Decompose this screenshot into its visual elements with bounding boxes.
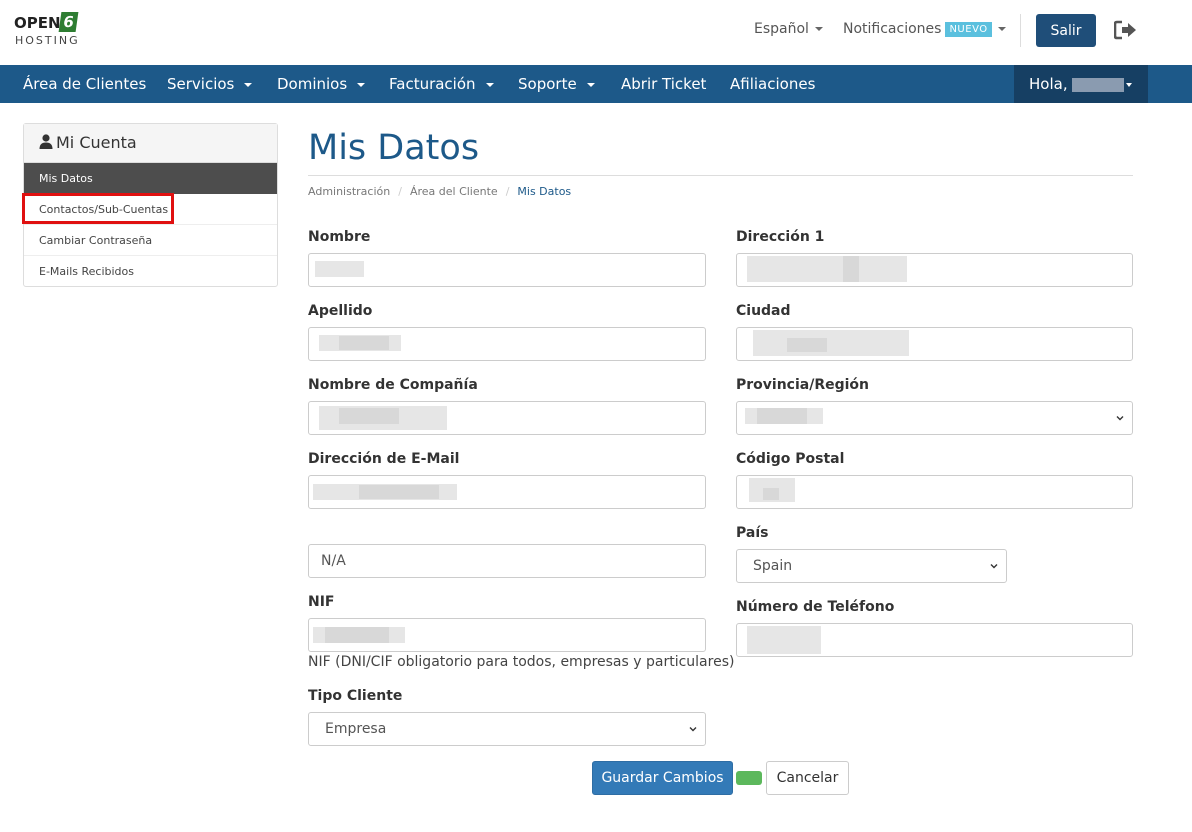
direccion1-label: Dirección 1 [736, 229, 825, 245]
title-divider [308, 175, 1133, 176]
nombre-label: Nombre [308, 229, 371, 245]
notifications-label: Notificaciones [843, 21, 942, 37]
extra-text-input[interactable]: N/A [308, 544, 706, 578]
codigo-postal-label: Código Postal [736, 451, 845, 467]
sidebar-item-label: E-Mails Recibidos [39, 265, 134, 278]
language-label: Español [754, 21, 809, 37]
save-changes-button[interactable]: Guardar Cambios [592, 761, 733, 795]
nav-item-label: Soporte [518, 75, 577, 93]
sidebar-item-emails-recibidos[interactable]: E-Mails Recibidos [24, 256, 277, 287]
chevron-down-icon [485, 82, 494, 87]
telefono-input[interactable] [736, 623, 1133, 657]
breadcrumb-current: Mis Datos [517, 185, 572, 198]
chevron-down-icon [586, 82, 595, 87]
user-menu-dropdown[interactable]: Hola, [1014, 65, 1148, 103]
main-navbar: Área de Clientes Servicios Dominios Fact… [0, 65, 1192, 103]
nav-item-area-clientes[interactable]: Área de Clientes [23, 65, 146, 103]
breadcrumb: Administración / Área del Cliente / Mis Dato… [308, 185, 572, 198]
nif-help-text: NIF (DNI/CIF obligatorio para todos, emp… [308, 654, 735, 670]
nif-label: NIF [308, 594, 335, 610]
page-title: Mis Datos [308, 128, 480, 168]
extra-input-value: N/A [321, 553, 346, 569]
sidebar-item-label: Cambiar Contraseña [39, 234, 153, 247]
chevron-down-icon [244, 82, 253, 87]
tipo-cliente-select[interactable]: Empresa [308, 712, 706, 746]
language-dropdown[interactable]: Español [754, 21, 823, 37]
apellido-label: Apellido [308, 303, 373, 319]
cancel-button[interactable]: Cancelar [766, 761, 849, 795]
new-badge: NUEVO [945, 22, 992, 37]
tipo-cliente-label: Tipo Cliente [308, 688, 403, 704]
logo-subtitle: HOSTING [15, 34, 80, 47]
nav-item-dominios[interactable]: Dominios [277, 65, 366, 103]
breadcrumb-administracion[interactable]: Administración [308, 185, 390, 198]
sidebar-item-label: Contactos/Sub-Cuentas [39, 203, 169, 216]
account-sidebar: Mi Cuenta Mis Datos Contactos/Sub-Cuenta… [23, 123, 278, 287]
nav-item-afiliaciones[interactable]: Afiliaciones [730, 65, 815, 103]
tipo-cliente-value: Empresa [325, 721, 387, 737]
logo-word: OPEN [14, 14, 61, 32]
greeting-label: Hola, [1029, 75, 1068, 93]
email-label: Dirección de E-Mail [308, 451, 460, 467]
sidebar-item-label: Mis Datos [39, 172, 93, 185]
ciudad-input[interactable] [736, 327, 1133, 361]
apellido-input[interactable] [308, 327, 706, 361]
chevron-down-icon [1116, 416, 1124, 421]
user-icon [39, 134, 53, 149]
nav-item-facturacion[interactable]: Facturación [389, 65, 494, 103]
telefono-label: Número de Teléfono [736, 599, 895, 615]
sign-out-icon[interactable] [1113, 20, 1138, 40]
nav-item-label: Dominios [277, 75, 348, 93]
nif-input[interactable] [308, 618, 706, 652]
sidebar-title: Mi Cuenta [56, 133, 137, 152]
status-indicator [736, 771, 762, 785]
provincia-label: Provincia/Región [736, 377, 870, 393]
chevron-down-icon [1125, 82, 1132, 87]
nav-item-label: Afiliaciones [730, 75, 816, 93]
nav-item-label: Abrir Ticket [621, 75, 707, 93]
compania-input[interactable] [308, 401, 706, 435]
logo-digit: 6 [58, 12, 79, 32]
redacted-username [1071, 77, 1124, 92]
chevron-down-icon [814, 27, 823, 31]
chevron-down-icon [997, 27, 1006, 31]
sidebar-item-contactos[interactable]: Contactos/Sub-Cuentas [24, 194, 277, 225]
pais-value: Spain [753, 558, 793, 574]
notifications-dropdown[interactable]: Notificaciones NUEVO [843, 21, 1006, 37]
direccion1-input[interactable] [736, 253, 1133, 287]
nav-item-label: Área de Clientes [23, 75, 147, 93]
sidebar-item-cambiar-contrasena[interactable]: Cambiar Contraseña [24, 225, 277, 256]
codigo-postal-input[interactable] [736, 475, 1133, 509]
chevron-down-icon [357, 82, 366, 87]
nav-item-label: Facturación [389, 75, 476, 93]
header-divider [1020, 14, 1021, 47]
compania-label: Nombre de Compañía [308, 377, 478, 393]
chevron-down-icon [990, 564, 998, 569]
nombre-input[interactable] [308, 253, 706, 287]
breadcrumb-area-cliente[interactable]: Área del Cliente [410, 185, 498, 198]
nav-item-abrir-ticket[interactable]: Abrir Ticket [621, 65, 706, 103]
ciudad-label: Ciudad [736, 303, 791, 319]
pais-label: País [736, 525, 769, 541]
email-input[interactable] [308, 475, 706, 509]
sidebar-item-mis-datos[interactable]: Mis Datos [24, 163, 277, 194]
nav-item-label: Servicios [167, 75, 235, 93]
provincia-select[interactable] [736, 401, 1133, 435]
nav-item-soporte[interactable]: Soporte [518, 65, 595, 103]
logout-button[interactable]: Salir [1036, 14, 1096, 47]
open6-hosting-logo[interactable]: OPEN 6 HOSTING [14, 12, 80, 48]
chevron-down-icon [689, 727, 697, 732]
pais-select[interactable]: Spain [736, 549, 1007, 583]
sidebar-header: Mi Cuenta [24, 124, 277, 163]
nav-item-servicios[interactable]: Servicios [167, 65, 253, 103]
